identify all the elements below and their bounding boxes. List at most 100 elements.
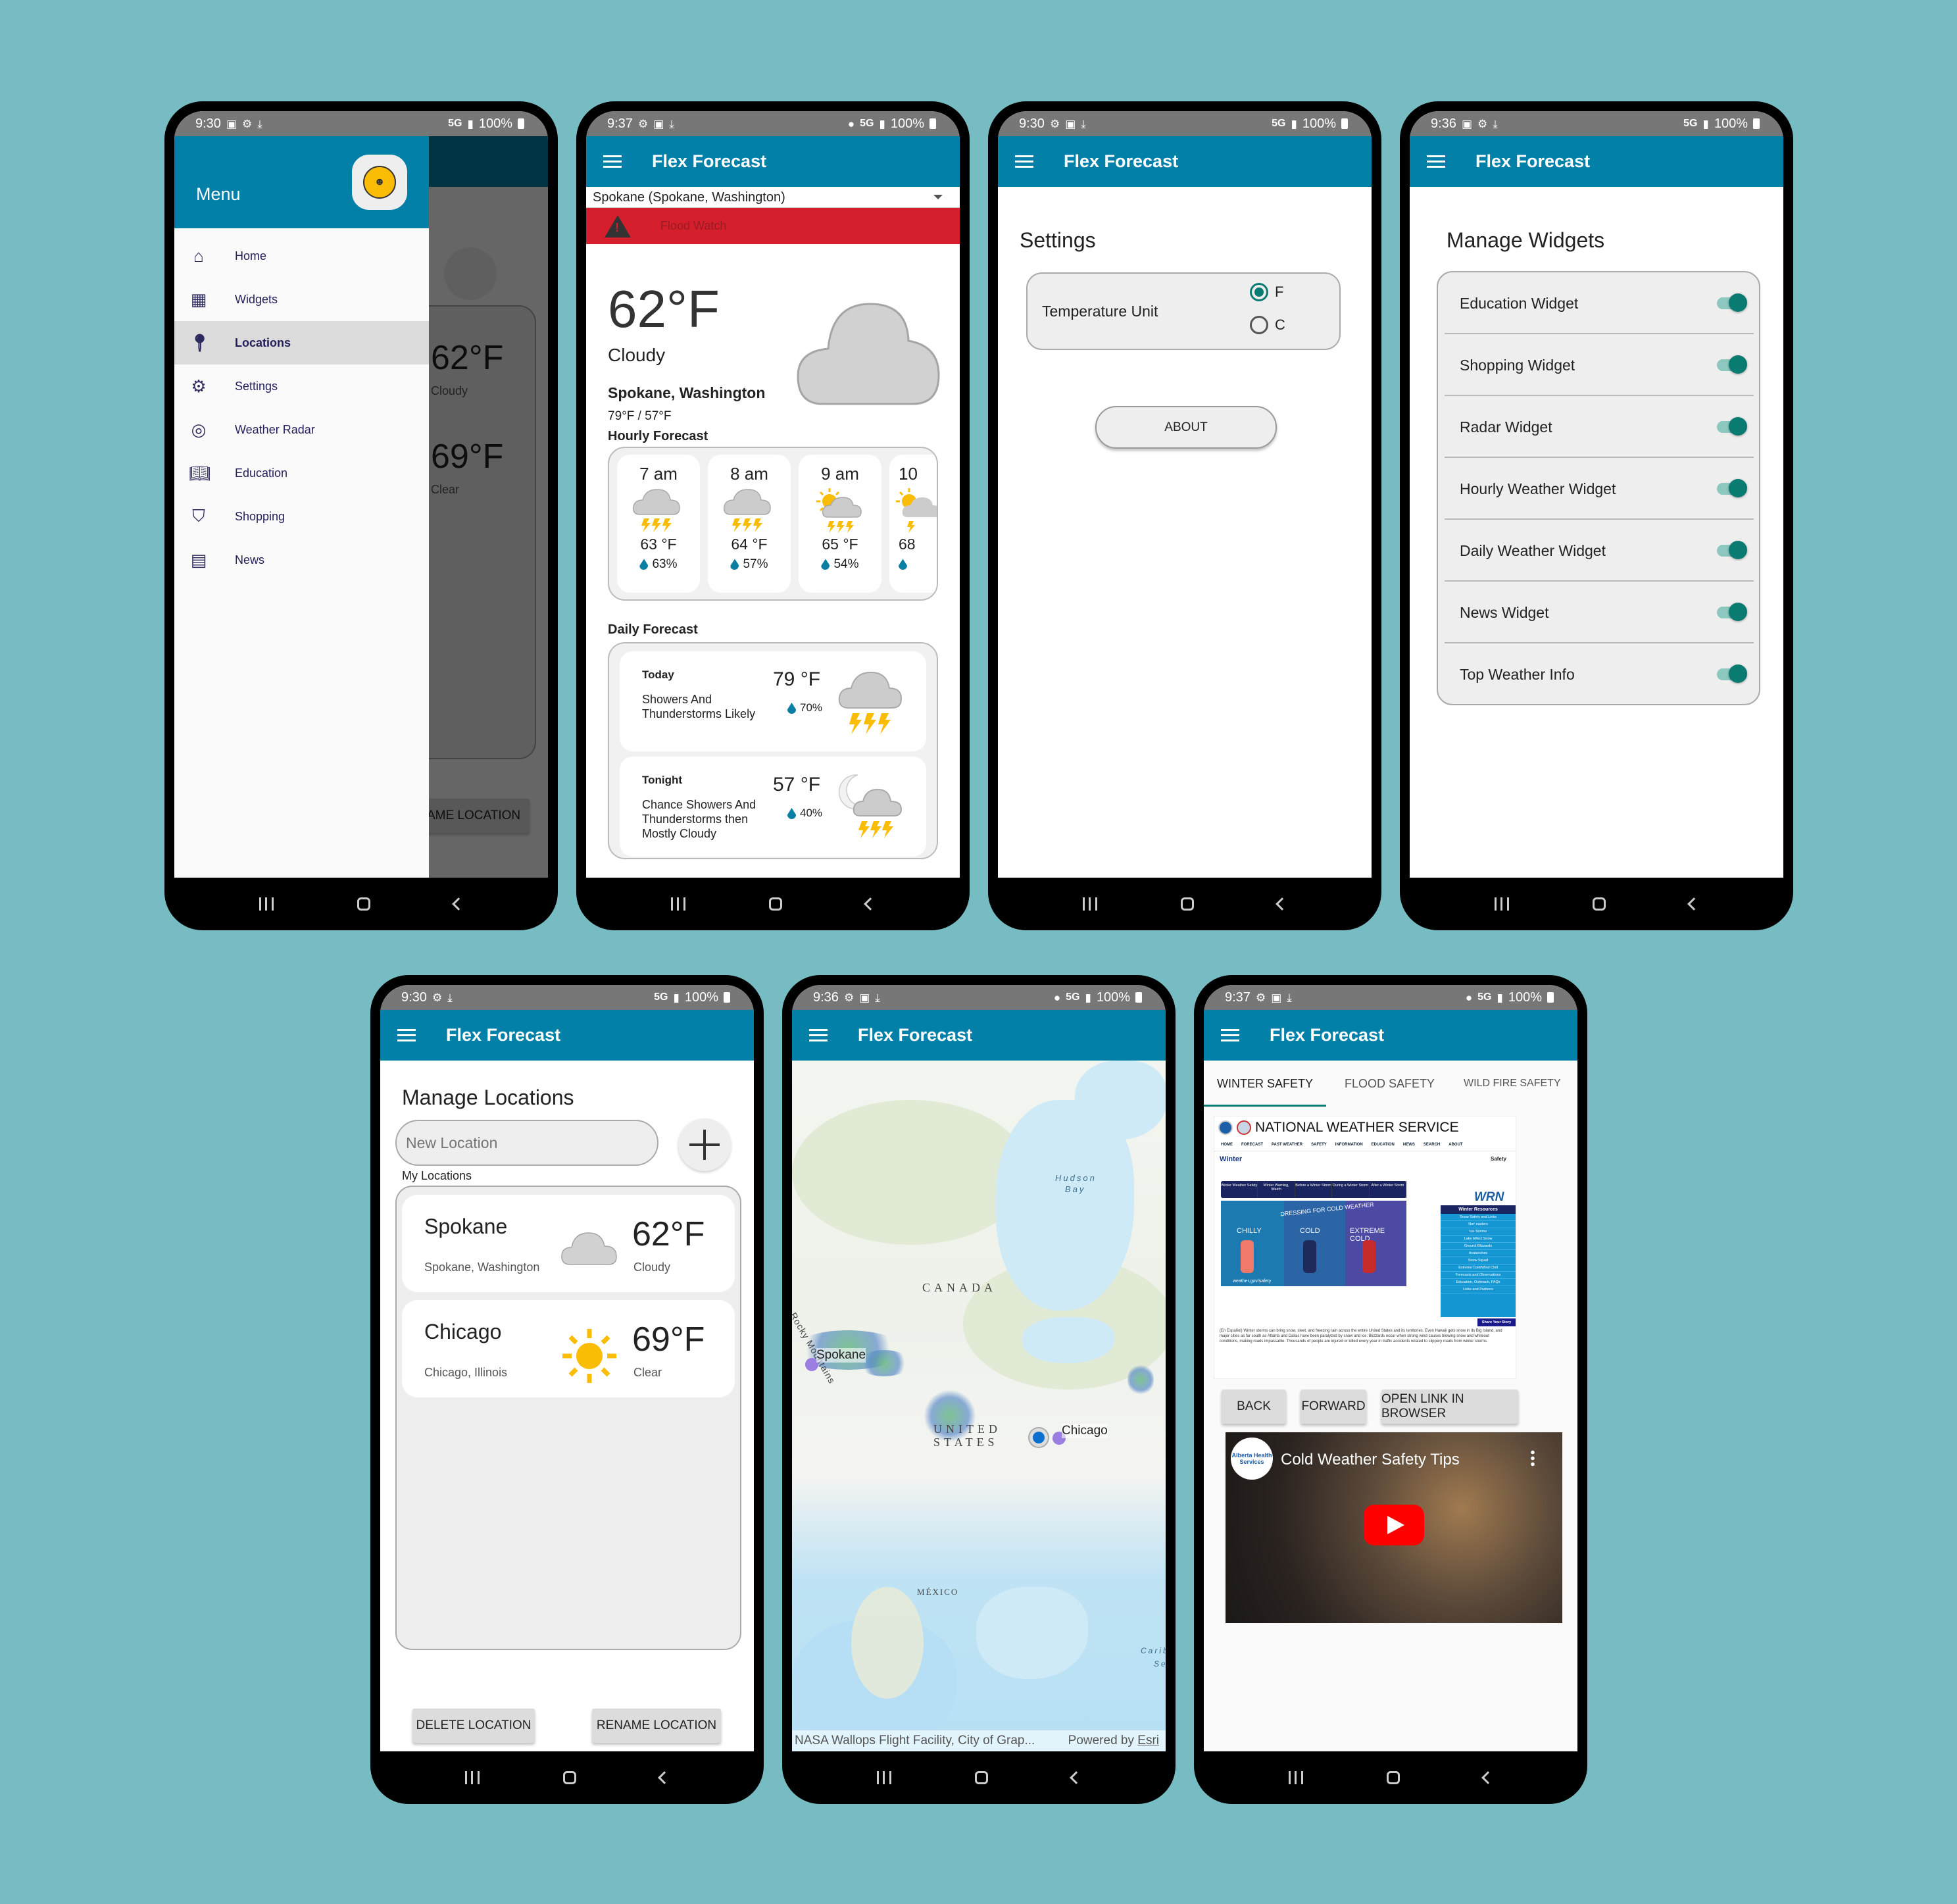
share-story-button[interactable]: Share Your Story [1477,1318,1516,1326]
tab-winter-safety[interactable]: WINTER SAFETY [1204,1061,1327,1107]
toggle-switch[interactable] [1717,541,1747,559]
current-location-marker[interactable] [1029,1428,1048,1447]
hamburger-menu-icon[interactable] [1221,1029,1239,1041]
nws-nav-link[interactable]: SEARCH [1424,1143,1440,1147]
delete-location-button[interactable]: DELETE LOCATION [412,1709,535,1743]
resource-link[interactable]: Forecasts and Observations [1441,1272,1516,1279]
resource-link[interactable]: Nor' easters [1441,1221,1516,1228]
menu-item-education[interactable]: 📖︎ Education [174,451,429,495]
menu-item-news[interactable]: ▤ News [174,538,429,582]
resource-link[interactable]: Extreme Cold/Wind Chill [1441,1265,1516,1272]
recent-apps-icon[interactable] [1082,897,1097,911]
esri-link[interactable]: Esri [1137,1734,1159,1747]
recent-apps-icon[interactable] [1288,1771,1303,1784]
play-button-icon[interactable] [1364,1505,1424,1545]
resource-link[interactable]: Links and Partners [1441,1286,1516,1293]
thunderstorm-icon [617,484,700,536]
resource-link[interactable]: Ice Storms [1441,1228,1516,1236]
about-button[interactable]: ABOUT [1095,406,1277,449]
rename-location-button[interactable]: RENAME LOCATION [592,1709,721,1743]
status-bar: 9:30 ▣ ⚙ ⤓ 5G ▮ 100% [174,111,548,136]
hourly-forecast-scroller[interactable]: 7 am 63 °F 63% 8 am 64 °F 57% 9 am 65 °F… [608,447,938,601]
tab-flood-safety[interactable]: FLOOD SAFETY [1345,1061,1435,1107]
recent-apps-icon[interactable] [259,897,274,911]
home-nav-icon[interactable] [1386,1771,1400,1784]
nws-nav-link[interactable]: NEWS [1403,1143,1415,1147]
nws-nav-link[interactable]: SAFETY [1311,1143,1327,1147]
toggle-switch[interactable] [1717,479,1747,497]
subtab[interactable]: Winter Warning, Watch [1258,1181,1295,1198]
home-nav-icon[interactable] [562,1771,576,1784]
hamburger-menu-icon[interactable] [397,1029,416,1041]
subtab[interactable]: Before a Winter Storm [1295,1181,1333,1198]
radio-celsius[interactable]: C [1250,316,1285,334]
resource-link[interactable]: Snow Squall [1441,1257,1516,1265]
location-card[interactable]: Chicago Chicago, Illinois 69°F Clear [402,1300,735,1397]
recent-apps-icon[interactable] [670,897,685,911]
open-in-browser-button[interactable]: OPEN LINK IN BROWSER [1381,1390,1518,1424]
menu-item-widgets[interactable]: ▦ Widgets [174,278,429,321]
drawer-title: Menu [196,184,241,204]
back-nav-icon[interactable] [1687,897,1701,911]
back-nav-icon[interactable] [1481,1771,1495,1784]
hamburger-menu-icon[interactable] [1015,155,1033,168]
embedded-webview[interactable]: NATIONAL WEATHER SERVICE HOME FORECAST PAS… [1214,1116,1516,1379]
home-nav-icon[interactable] [1592,897,1606,911]
hamburger-menu-icon[interactable] [1427,155,1445,168]
recent-apps-icon[interactable] [1494,897,1509,911]
recent-apps-icon[interactable] [464,1771,480,1784]
nws-nav-link[interactable]: HOME [1221,1143,1233,1147]
subtab[interactable]: During a Winter Storm [1332,1181,1370,1198]
back-button[interactable]: BACK [1222,1390,1286,1424]
youtube-video-embed[interactable]: Alberta Health Services Cold Weather Saf… [1226,1432,1562,1623]
menu-item-locations[interactable]: 📍︎ Locations [174,321,429,364]
back-nav-icon[interactable] [658,1771,672,1784]
add-location-button[interactable] [678,1118,731,1171]
subtab[interactable]: After a Winter Storm [1370,1181,1407,1198]
toggle-switch[interactable] [1717,603,1747,621]
home-nav-icon[interactable] [974,1771,988,1784]
back-nav-icon[interactable] [1276,897,1289,911]
daily-forecast-list[interactable]: Today Showers And Thunderstorms Likely 7… [608,642,938,859]
toggle-switch[interactable] [1717,293,1747,312]
resource-link[interactable]: Avalanches [1441,1250,1516,1257]
toggle-switch[interactable] [1717,417,1747,436]
nws-nav-link[interactable]: ABOUT [1449,1143,1462,1147]
resource-link[interactable]: Ground Blizzards [1441,1243,1516,1250]
home-nav-icon[interactable] [357,897,370,911]
tab-wild-fire-safety[interactable]: WILD FIRE SAFETY [1464,1061,1561,1107]
toggle-switch[interactable] [1717,664,1747,683]
menu-item-home[interactable]: ⌂ Home [174,234,429,278]
location-dropdown[interactable]: Spokane (Spokane, Washington) [586,187,960,208]
radar-map[interactable]: CANADA UNITED STATES MÉXICO Hudson Bay R… [792,1061,1166,1751]
nws-nav-link[interactable]: PAST WEATHER [1272,1143,1302,1147]
menu-item-settings[interactable]: ⚙ Settings [174,364,429,408]
forward-button[interactable]: FORWARD [1301,1390,1366,1424]
toggle-switch[interactable] [1717,355,1747,374]
radio-fahrenheit[interactable]: F [1250,283,1283,301]
nws-nav-link[interactable]: INFORMATION [1335,1143,1363,1147]
home-nav-icon[interactable] [1180,897,1194,911]
recent-apps-icon[interactable] [876,1771,891,1784]
resource-link[interactable]: Lake Effect Snow [1441,1236,1516,1243]
menu-item-shopping[interactable]: ⛉ Shopping [174,495,429,538]
map-canvas[interactable]: CANADA UNITED STATES MÉXICO Hudson Bay R… [792,1061,1166,1751]
new-location-input[interactable] [395,1120,658,1166]
hamburger-menu-icon[interactable] [809,1029,828,1041]
subtab[interactable]: Winter Weather Safety [1221,1181,1258,1198]
location-card[interactable]: Spokane Spokane, Washington 62°F Cloudy [402,1195,735,1292]
weather-alert-banner[interactable]: Flood Watch [586,208,960,244]
menu-item-weather-radar[interactable]: ◎ Weather Radar [174,408,429,451]
widget-toggle-list: Education Widget Shopping Widget Radar W… [1437,271,1760,705]
back-nav-icon[interactable] [864,897,878,911]
hamburger-menu-icon[interactable] [603,155,622,168]
back-nav-icon[interactable] [1070,1771,1083,1784]
home-nav-icon[interactable] [768,897,782,911]
resource-link[interactable]: Education, Outreach, FAQs [1441,1279,1516,1286]
nws-nav-link[interactable]: EDUCATION [1372,1143,1395,1147]
back-nav-icon[interactable] [452,897,466,911]
status-time: 9:37 [1225,990,1251,1005]
nws-nav-link[interactable]: FORECAST [1241,1143,1263,1147]
more-options-icon[interactable] [1531,1449,1535,1468]
resource-link[interactable]: Snow Safety and Links [1441,1214,1516,1221]
